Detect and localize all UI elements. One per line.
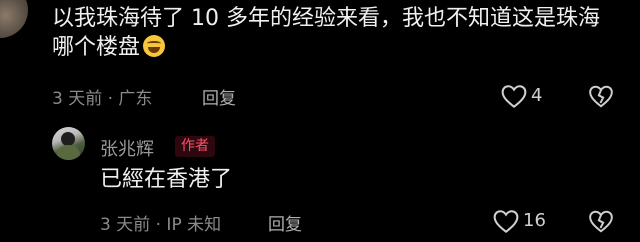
broken-heart-icon[interactable] [588, 84, 614, 109]
comment-like-count: 4 [531, 85, 543, 106]
laughing-tears-emoji-icon [143, 35, 166, 57]
comment-reply-button[interactable]: 回复 [202, 84, 236, 109]
author-badge: 作者 [175, 136, 215, 157]
author-username[interactable]: 张兆辉 [100, 135, 154, 161]
comment-text: 以我珠海待了 10 多年的经验来看，我也不知道这是珠海哪个楼盘 [52, 6, 600, 60]
reply-reply-button[interactable]: 回复 [268, 210, 302, 235]
commenter-avatar[interactable] [0, 0, 28, 38]
heart-outline-icon[interactable] [500, 84, 528, 109]
reply-meta: 3 天前 · IP 未知 [100, 215, 222, 235]
comment-meta: 3 天前 · 广东 [52, 89, 153, 109]
reply-like-count: 16 [523, 210, 546, 231]
reply-text: 已經在香港了 [100, 167, 233, 192]
broken-heart-icon[interactable] [588, 209, 614, 234]
author-avatar[interactable] [52, 127, 85, 160]
heart-outline-icon[interactable] [492, 209, 520, 234]
